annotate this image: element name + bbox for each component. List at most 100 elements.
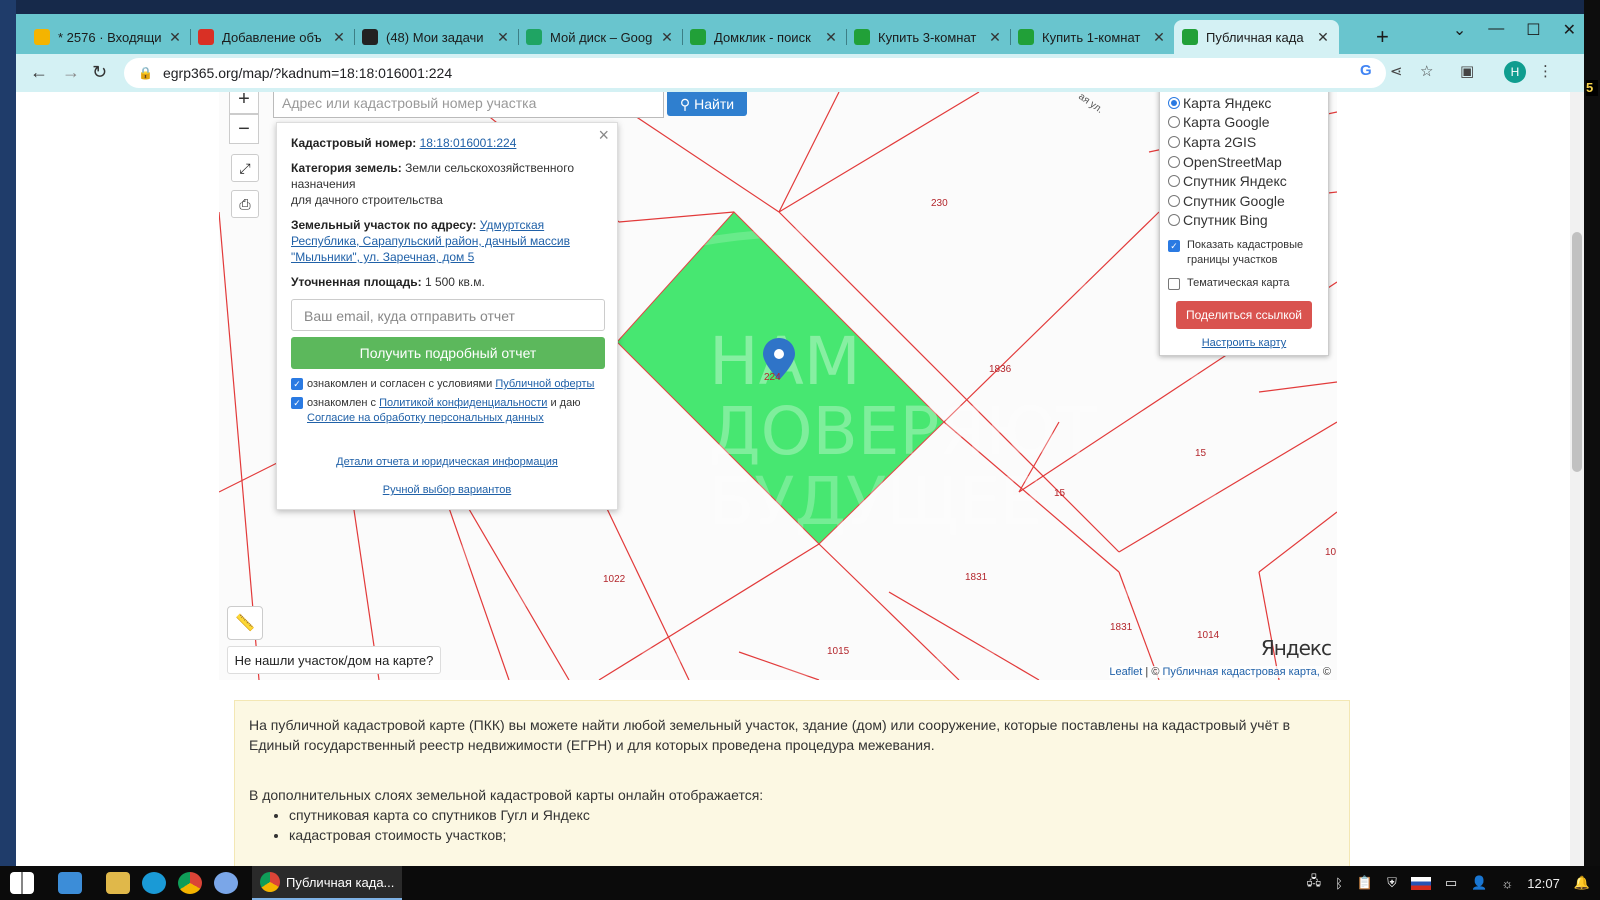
tab-3[interactable]: Мой диск – Goog ✕ — [518, 20, 683, 54]
tab-6[interactable]: Купить 1-комнат ✕ — [1010, 20, 1175, 54]
layer-option[interactable]: Карта 2GIS — [1168, 132, 1320, 152]
details-link[interactable]: Детали отчета и юридическая информация — [291, 454, 603, 470]
privacy-checkbox[interactable]: ✓ — [291, 397, 303, 409]
chrome-icon[interactable] — [178, 872, 202, 894]
lock-icon[interactable]: 🔒 — [138, 66, 153, 80]
tab-close-icon[interactable]: ✕ — [495, 29, 511, 46]
tab-close-icon[interactable]: ✕ — [167, 29, 183, 46]
new-tab-button[interactable]: + — [1376, 24, 1389, 50]
scrollbar-thumb[interactable] — [1572, 232, 1582, 472]
privacy-link[interactable]: Политикой конфиденциальности — [379, 397, 547, 409]
tab-7[interactable]: Публичная када ✕ — [1174, 20, 1339, 54]
tab-close-icon[interactable]: ✕ — [659, 29, 675, 46]
bookmark-star-icon[interactable]: ☆ — [1420, 62, 1433, 80]
profile-avatar[interactable]: H — [1504, 61, 1526, 83]
search-icon: ⚲ — [679, 95, 691, 112]
not-found-button[interactable]: Не нашли участок/дом на карте? — [227, 646, 441, 674]
search-button[interactable]: ⚲ Найти — [667, 92, 747, 116]
zoom-in-button[interactable]: + — [229, 92, 259, 114]
close-icon[interactable]: × — [598, 126, 609, 144]
drive-icon[interactable]: ▭ — [1445, 875, 1457, 891]
layer-radio[interactable] — [1168, 194, 1180, 207]
thematic-checkbox[interactable] — [1168, 278, 1180, 291]
manual-select-link[interactable]: Ручной выбор вариантов — [291, 482, 603, 498]
tab-2[interactable]: (48) Мои задачи ✕ — [354, 20, 519, 54]
share-link-button[interactable]: Поделиться ссылкой — [1176, 301, 1312, 330]
shield-icon[interactable]: ⛨ — [1387, 875, 1397, 891]
layer-option[interactable]: Спутник Яндекс — [1168, 171, 1320, 191]
edge-browser-icon[interactable] — [142, 872, 166, 894]
zoom-out-button[interactable]: − — [229, 114, 259, 144]
parcel-number: 10 — [1325, 547, 1337, 558]
get-report-button[interactable]: Получить подробный отчет — [291, 337, 605, 369]
cadastral-map[interactable]: НАМ ДОВЕРЯЮТ БУДУЩЕЕ 2301836151510221831… — [219, 92, 1337, 680]
tab-close-icon[interactable]: ✕ — [331, 29, 347, 46]
check-icon — [1182, 29, 1198, 45]
fullscreen-icon[interactable]: ⤢ — [231, 154, 259, 182]
layer-option[interactable]: Спутник Bing — [1168, 211, 1320, 231]
taskbar-active-window[interactable]: Публичная када... — [252, 866, 402, 900]
start-menu-icon[interactable] — [10, 872, 34, 894]
forward-icon[interactable]: → — [62, 62, 80, 83]
info-paragraph-1: На публичной кадастровой карте (ПКК) вы … — [249, 717, 1291, 753]
cad-number-link[interactable]: 18:18:016001:224 — [420, 136, 517, 150]
search-input[interactable]: Адрес или кадастровый номер участка — [273, 92, 664, 118]
tab-4[interactable]: Домклик - поиск ✕ — [682, 20, 847, 54]
language-flag-icon[interactable] — [1410, 876, 1431, 890]
layer-option-label: Спутник Bing — [1183, 212, 1268, 229]
share-icon[interactable]: ⋖ — [1390, 62, 1403, 80]
folder-icon[interactable] — [106, 872, 130, 894]
layer-radio[interactable] — [1168, 116, 1180, 129]
layer-option[interactable]: Спутник Google — [1168, 191, 1320, 211]
menu-icon[interactable]: ⋮ — [1538, 62, 1553, 80]
tab-search-icon[interactable]: ⌄ — [1453, 20, 1466, 40]
map-attribution: Leaflet | © Публичная кадастровая карта,… — [1109, 666, 1331, 678]
tab-1[interactable]: Добавление объ ✕ — [190, 20, 355, 54]
brightness-icon[interactable]: ☼ — [1501, 876, 1513, 891]
pkk-link[interactable]: Публичная кадастровая карта, — [1163, 666, 1320, 678]
tab-close-icon[interactable]: ✕ — [1315, 29, 1331, 46]
layer-option-label: Карта Google — [1183, 114, 1270, 131]
layer-radio[interactable] — [1168, 175, 1180, 188]
sidepanel-icon[interactable]: ▣ — [1460, 62, 1474, 80]
offer-checkbox[interactable]: ✓ — [291, 378, 303, 390]
notifications-icon[interactable]: 🔔 — [1574, 875, 1590, 891]
show-borders-checkbox[interactable]: ✓ — [1168, 240, 1180, 253]
layer-radio[interactable] — [1168, 214, 1180, 227]
ruler-icon[interactable]: 📏 — [227, 606, 263, 640]
bluetooth-icon[interactable]: ᛒ — [1335, 876, 1343, 891]
email-field[interactable]: Ваш email, куда отправить отчет — [291, 299, 605, 331]
map-settings-link[interactable]: Настроить карту — [1168, 337, 1320, 349]
clock[interactable]: 12:07 — [1527, 876, 1560, 891]
tab-close-icon[interactable]: ✕ — [823, 29, 839, 46]
clipboard-icon[interactable]: 📋 — [1357, 875, 1373, 891]
offer-link[interactable]: Публичной оферты — [495, 378, 594, 390]
file-manager-icon[interactable] — [58, 872, 82, 894]
leaflet-link[interactable]: Leaflet — [1109, 666, 1142, 678]
show-borders-label: Показать кадастровые границы участков — [1187, 239, 1304, 267]
close-window-button[interactable]: ✕ — [1563, 20, 1576, 40]
layer-option[interactable]: OpenStreetMap — [1168, 152, 1320, 172]
tab-0[interactable]: * 2576 · Входящи ✕ — [26, 20, 191, 54]
layer-option[interactable]: Карта Google — [1168, 113, 1320, 133]
user-icon[interactable]: 👤 — [1471, 875, 1487, 891]
tab-close-icon[interactable]: ✕ — [1151, 29, 1167, 46]
layer-radio[interactable] — [1168, 96, 1180, 109]
personal-data-link[interactable]: Согласие на обработку персональных данны… — [307, 412, 544, 424]
minimize-button[interactable]: — — [1488, 20, 1504, 40]
layer-radio[interactable] — [1168, 155, 1180, 168]
print-icon[interactable]: ⎙ — [231, 190, 259, 218]
network-icon[interactable]: 🖧 — [1307, 872, 1322, 894]
back-icon[interactable]: ← — [30, 62, 48, 83]
google-icon[interactable]: G — [1360, 62, 1372, 79]
reload-icon[interactable]: ↻ — [92, 62, 107, 83]
address-bar[interactable]: 🔒 egrp365.org/map/?kadnum=18:18:016001:2… — [124, 58, 1386, 88]
maximize-button[interactable]: ☐ — [1526, 20, 1540, 40]
chromium-icon[interactable] — [214, 872, 238, 894]
tab-5[interactable]: Купить 3-комнат ✕ — [846, 20, 1011, 54]
layer-radio[interactable] — [1168, 135, 1180, 148]
scrollbar[interactable] — [1570, 92, 1584, 866]
tab-close-icon[interactable]: ✕ — [987, 29, 1003, 46]
url-text: egrp365.org/map/?kadnum=18:18:016001:224 — [162, 65, 453, 81]
layer-option[interactable]: Карта Яндекс — [1168, 93, 1320, 113]
